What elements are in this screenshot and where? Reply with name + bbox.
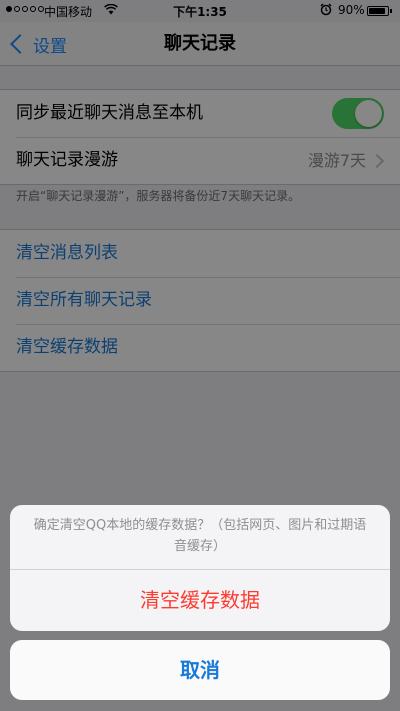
cancel-button[interactable]: 取消 <box>10 640 390 700</box>
action-sheet-message: 确定清空QQ本地的缓存数据？（包括网页、图片和过期语音缓存） <box>10 505 390 570</box>
confirm-clear-cache-button[interactable]: 清空缓存数据 <box>10 570 390 631</box>
action-sheet: 确定清空QQ本地的缓存数据？（包括网页、图片和过期语音缓存） 清空缓存数据 <box>10 505 390 631</box>
